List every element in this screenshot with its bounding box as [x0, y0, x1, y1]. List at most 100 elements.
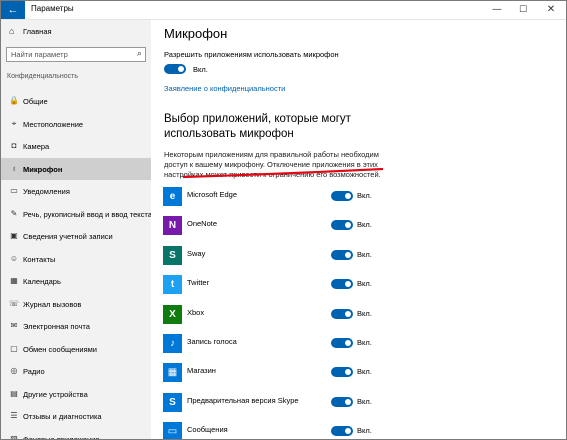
- sidebar-item-label: Местоположение: [23, 119, 84, 129]
- messages-icon: ▭: [163, 422, 182, 439]
- settings-window: ← Параметры — ☐ ✕ ⌂ Главная ⌕ Конфиденци…: [0, 0, 567, 440]
- allow-microphone-toggle[interactable]: [164, 64, 186, 74]
- app-name: Сообщения: [187, 425, 228, 435]
- app-toggle-state: Вкл.: [357, 396, 372, 406]
- sidebar-item-label: Речь, рукописный ввод и ввод текста: [23, 209, 152, 219]
- sidebar-item-camera[interactable]: ◘ Камера: [1, 135, 151, 158]
- speech-icon: ✎: [10, 208, 18, 218]
- red-underline-annotation: [183, 168, 383, 179]
- app-row: N OneNote Вкл.: [151, 212, 566, 241]
- app-list: e Microsoft Edge Вкл. N OneNote Вкл. S Sway Вкл.…: [151, 183, 566, 439]
- sidebar-item-devices[interactable]: ▤ Другие устройства: [1, 383, 151, 406]
- home-link[interactable]: ⌂ Главная: [1, 26, 151, 40]
- devices-icon: ▤: [10, 388, 18, 398]
- app-toggle[interactable]: [331, 337, 353, 348]
- app-toggle[interactable]: [331, 396, 353, 407]
- xbox-icon: X: [163, 304, 182, 324]
- background-apps-icon: ▧: [10, 433, 18, 440]
- sidebar-item-label: Сведения учетной записи: [23, 232, 113, 241]
- app-toggle-state: Вкл.: [357, 249, 372, 259]
- home-label: Главная: [23, 27, 52, 36]
- sidebar-item-call-history[interactable]: ☏ Журнал вызовов: [1, 293, 151, 316]
- account-icon: ▣: [10, 231, 18, 240]
- sidebar-item-label: Отзывы и диагностика: [23, 412, 102, 421]
- notifications-icon: ▭: [10, 186, 18, 195]
- app-name: Microsoft Edge: [187, 190, 238, 199]
- back-button[interactable]: ←: [1, 1, 25, 19]
- app-name: Предварительная версия Skype: [187, 395, 299, 405]
- search-box[interactable]: ⌕: [6, 47, 146, 62]
- sway-icon: S: [163, 245, 182, 265]
- sidebar-item-label: Фоновые приложения: [23, 434, 100, 440]
- close-button[interactable]: ✕: [539, 1, 563, 19]
- sidebar-item-label: Уведомления: [23, 187, 70, 196]
- sidebar-item-calendar[interactable]: ▦ Календарь: [1, 270, 151, 293]
- camera-icon: ◘: [11, 141, 17, 150]
- onenote-icon: N: [163, 216, 182, 236]
- main-content: Микрофон Разрешить приложениям использов…: [151, 20, 566, 439]
- app-toggle[interactable]: [331, 279, 353, 290]
- minimize-button[interactable]: —: [485, 1, 509, 19]
- app-name: OneNote: [187, 219, 218, 229]
- mail-icon: ✉: [10, 321, 18, 330]
- privacy-statement-link[interactable]: Заявление о конфиденциальности: [164, 84, 285, 93]
- sidebar-item-label: Микрофон: [23, 164, 63, 174]
- sidebar: ⌂ Главная ⌕ Конфиденциальность 🔒 Общие ⌖ Ме…: [1, 20, 152, 440]
- search-input[interactable]: [11, 49, 129, 60]
- maximize-button[interactable]: ☐: [511, 1, 535, 19]
- allow-microphone-state: Вкл.: [193, 65, 208, 74]
- sidebar-item-background-apps[interactable]: ▧ Фоновые приложения: [1, 428, 151, 440]
- sidebar-item-label: Другие устройства: [23, 389, 88, 399]
- calendar-icon: ▦: [10, 276, 18, 285]
- sidebar-item-label: Радио: [23, 367, 45, 376]
- section-header: Конфиденциальность: [7, 73, 79, 80]
- window-title: Параметры: [31, 4, 74, 13]
- sidebar-item-location[interactable]: ⌖ Местоположение: [1, 113, 151, 136]
- page-title: Микрофон: [164, 26, 228, 41]
- radio-icon: ◎: [10, 366, 18, 375]
- sidebar-item-radio[interactable]: ◎ Радио: [1, 360, 151, 383]
- section-title: Выбор приложений, которые могут использо…: [164, 113, 351, 140]
- app-toggle[interactable]: [331, 220, 353, 231]
- lock-icon: 🔒: [9, 96, 19, 105]
- microphone-icon: ♁: [11, 163, 17, 173]
- sidebar-item-lock[interactable]: 🔒 Общие: [1, 90, 151, 113]
- voice-recorder-icon: ♪: [163, 333, 182, 353]
- sidebar-item-label: Обмен сообщениями: [23, 344, 97, 354]
- app-toggle[interactable]: [331, 426, 353, 437]
- app-row: ♪ Запись голоса Вкл.: [151, 330, 566, 359]
- app-toggle[interactable]: [331, 367, 353, 378]
- title-bar: ← Параметры — ☐ ✕: [1, 1, 566, 20]
- skype-icon: S: [163, 392, 182, 412]
- sidebar-item-notifications[interactable]: ▭ Уведомления: [1, 180, 151, 203]
- app-toggle[interactable]: [331, 308, 353, 319]
- app-toggle-state: Вкл.: [357, 220, 372, 230]
- sidebar-item-contacts[interactable]: ☺ Контакты: [1, 248, 151, 271]
- app-toggle-state: Вкл.: [357, 367, 372, 377]
- app-toggle[interactable]: [331, 249, 353, 260]
- sidebar-item-speech[interactable]: ✎ Речь, рукописный ввод и ввод текста: [1, 203, 152, 226]
- messaging-icon: ▢: [10, 343, 18, 353]
- location-icon: ⌖: [11, 118, 17, 128]
- store-icon: ▦: [163, 363, 182, 383]
- app-toggle-state: Вкл.: [357, 279, 372, 289]
- sidebar-item-label: Календарь: [23, 277, 61, 286]
- app-name: Twitter: [187, 278, 210, 288]
- app-row: t Twitter Вкл.: [151, 271, 566, 300]
- sidebar-item-messaging[interactable]: ▢ Обмен сообщениями: [1, 338, 151, 361]
- sidebar-item-feedback[interactable]: ☰ Отзывы и диагностика: [1, 405, 151, 428]
- app-row: X Xbox Вкл.: [151, 301, 566, 330]
- app-toggle-state: Вкл.: [357, 426, 372, 436]
- sidebar-item-account[interactable]: ▣ Сведения учетной записи: [1, 225, 151, 248]
- contacts-icon: ☺: [9, 253, 19, 263]
- app-row: ▦ Магазин Вкл.: [151, 359, 566, 388]
- search-icon[interactable]: ⌕: [137, 48, 142, 59]
- app-row: e Microsoft Edge Вкл.: [151, 183, 566, 212]
- sidebar-item-label: Журнал вызовов: [23, 299, 82, 309]
- app-toggle[interactable]: [331, 191, 353, 201]
- sidebar-item-mail[interactable]: ✉ Электронная почта: [1, 315, 151, 338]
- sidebar-item-microphone[interactable]: ♁ Микрофон: [1, 157, 151, 180]
- edge-icon: e: [163, 187, 182, 206]
- app-row: ▭ Сообщения Вкл.: [151, 418, 566, 439]
- app-row: S Sway Вкл.: [151, 242, 566, 271]
